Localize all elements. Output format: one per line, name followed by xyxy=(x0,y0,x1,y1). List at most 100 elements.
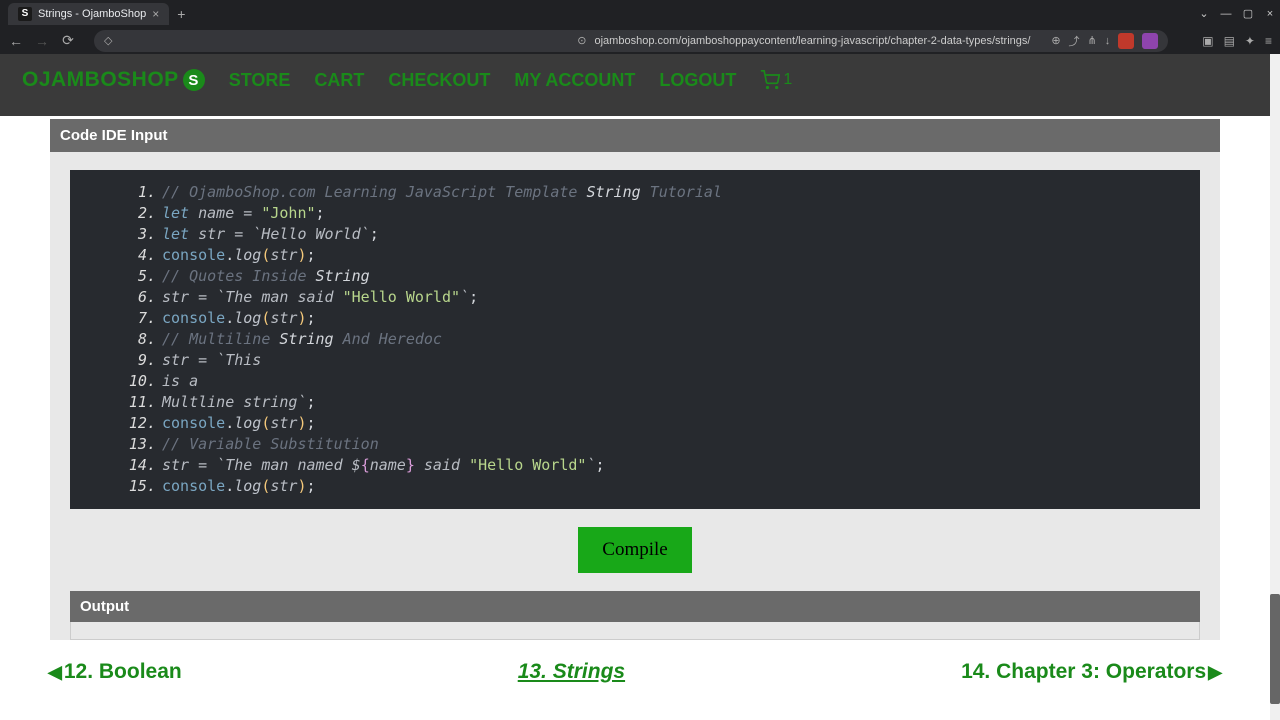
next-label: 14. Chapter 3: Operators xyxy=(961,660,1206,684)
line-number: 11. xyxy=(70,392,162,413)
line-content: is a xyxy=(162,371,1200,392)
prev-label: 12. Boolean xyxy=(64,660,182,684)
output-container: Output xyxy=(70,591,1200,640)
page-content: OJAMBOSHOP S STORE CART CHECKOUT MY ACCO… xyxy=(0,54,1280,720)
line-content: // Quotes Inside String xyxy=(162,266,1200,287)
line-content: console.log(str); xyxy=(162,245,1200,266)
code-line: 15.console.log(str); xyxy=(70,476,1200,497)
line-content: str = `The man said "Hello World"`; xyxy=(162,287,1200,308)
code-line: 6.str = `The man said "Hello World"`; xyxy=(70,287,1200,308)
line-content: let name = "John"; xyxy=(162,203,1200,224)
line-number: 12. xyxy=(70,413,162,434)
scrollbar[interactable] xyxy=(1270,54,1280,720)
code-editor[interactable]: 1.// OjamboShop.com Learning JavaScript … xyxy=(70,170,1200,509)
browser-chrome: S Strings - OjamboShop × + ⌄ — ▢ × ← → ⟳… xyxy=(0,0,1280,54)
prev-chapter-link[interactable]: ◀ 12. Boolean xyxy=(48,660,182,684)
output-header: Output xyxy=(70,591,1200,622)
forward-button: → xyxy=(34,33,50,49)
line-content: // Variable Substitution xyxy=(162,434,1200,455)
code-line: 14.str = `The man named ${name} said "He… xyxy=(70,455,1200,476)
code-line: 12.console.log(str); xyxy=(70,413,1200,434)
extension-icon-2[interactable] xyxy=(1142,33,1158,49)
close-window-icon[interactable]: × xyxy=(1260,4,1280,24)
download-icon[interactable]: ↓ xyxy=(1105,35,1111,47)
extension-icon-1[interactable] xyxy=(1118,33,1134,49)
nav-checkout[interactable]: CHECKOUT xyxy=(388,70,490,91)
bookmark-icon[interactable]: ◇ xyxy=(104,34,112,47)
code-line: 1.// OjamboShop.com Learning JavaScript … xyxy=(70,182,1200,203)
minimize-icon[interactable]: — xyxy=(1216,4,1236,24)
panel-icon[interactable]: ▣ xyxy=(1202,34,1213,48)
arrow-right-icon: ▶ xyxy=(1208,662,1222,683)
site-nav: OJAMBOSHOP S STORE CART CHECKOUT MY ACCO… xyxy=(0,54,1270,116)
line-number: 6. xyxy=(70,287,162,308)
code-line: 11.Multline string`; xyxy=(70,392,1200,413)
current-chapter: 13. Strings xyxy=(518,660,625,684)
shopping-cart-icon xyxy=(760,70,780,90)
line-number: 7. xyxy=(70,308,162,329)
line-content: str = `The man named ${name} said "Hello… xyxy=(162,455,1200,476)
compile-button[interactable]: Compile xyxy=(578,527,691,573)
zoom-icon[interactable]: ⊕ xyxy=(1051,34,1060,47)
line-content: // OjamboShop.com Learning JavaScript Te… xyxy=(162,182,1200,203)
line-content: Multline string`; xyxy=(162,392,1200,413)
line-content: // Multiline String And Heredoc xyxy=(162,329,1200,350)
code-line: 7.console.log(str); xyxy=(70,308,1200,329)
line-number: 3. xyxy=(70,224,162,245)
code-line: 5.// Quotes Inside String xyxy=(70,266,1200,287)
code-line: 3.let str = `Hello World`; xyxy=(70,224,1200,245)
line-number: 9. xyxy=(70,350,162,371)
new-tab-button[interactable]: + xyxy=(177,6,185,22)
site-info-icon[interactable]: ⊙ xyxy=(577,34,586,47)
line-number: 1. xyxy=(70,182,162,203)
line-number: 15. xyxy=(70,476,162,497)
site-logo[interactable]: OJAMBOSHOP S xyxy=(22,68,205,92)
pagination: ◀ 12. Boolean 13. Strings 14. Chapter 3:… xyxy=(0,646,1270,684)
nav-account[interactable]: MY ACCOUNT xyxy=(514,70,635,91)
reload-button[interactable]: ⟳ xyxy=(60,32,76,49)
line-number: 13. xyxy=(70,434,162,455)
code-line: 9.str = `This xyxy=(70,350,1200,371)
line-content: console.log(str); xyxy=(162,476,1200,497)
line-number: 14. xyxy=(70,455,162,476)
tab-close-icon[interactable]: × xyxy=(152,7,159,21)
output-body xyxy=(70,622,1200,640)
window-controls: ⌄ — ▢ × xyxy=(1194,4,1280,24)
tab-bar: S Strings - OjamboShop × + ⌄ — ▢ × xyxy=(0,0,1280,27)
line-content: let str = `Hello World`; xyxy=(162,224,1200,245)
menu-icon[interactable]: ≡ xyxy=(1265,34,1272,48)
cart-count: 1 xyxy=(783,71,792,89)
nav-cart[interactable]: CART xyxy=(314,70,364,91)
line-number: 4. xyxy=(70,245,162,266)
nav-logout[interactable]: LOGOUT xyxy=(659,70,736,91)
browser-tab[interactable]: S Strings - OjamboShop × xyxy=(8,3,169,25)
next-chapter-link[interactable]: 14. Chapter 3: Operators ▶ xyxy=(961,660,1222,684)
code-line: 10.is a xyxy=(70,371,1200,392)
favicon-icon: S xyxy=(18,7,32,21)
line-number: 5. xyxy=(70,266,162,287)
ide-container: Code IDE Input 1.// OjamboShop.com Learn… xyxy=(50,119,1220,640)
address-bar[interactable]: ◇ ⊙ ojamboshop.com/ojamboshoppaycontent/… xyxy=(94,30,1168,52)
url-text: ojamboshop.com/ojamboshoppaycontent/lear… xyxy=(595,35,1044,47)
nav-store[interactable]: STORE xyxy=(229,70,291,91)
code-line: 4.console.log(str); xyxy=(70,245,1200,266)
line-number: 8. xyxy=(70,329,162,350)
line-number: 2. xyxy=(70,203,162,224)
cart-indicator[interactable]: 1 xyxy=(760,70,792,90)
browser-toolbar: ← → ⟳ ◇ ⊙ ojamboshop.com/ojamboshoppayco… xyxy=(0,27,1280,54)
logo-badge-icon: S xyxy=(183,69,205,91)
back-button[interactable]: ← xyxy=(8,33,24,49)
scrollbar-thumb[interactable] xyxy=(1270,594,1280,704)
line-number: 10. xyxy=(70,371,162,392)
chevron-down-icon[interactable]: ⌄ xyxy=(1194,4,1214,24)
maximize-icon[interactable]: ▢ xyxy=(1238,4,1258,24)
code-line: 8.// Multiline String And Heredoc xyxy=(70,329,1200,350)
share-icon[interactable]: ⤴ xyxy=(1069,33,1080,49)
code-line: 2.let name = "John"; xyxy=(70,203,1200,224)
logo-text: OJAMBOSHOP xyxy=(22,68,179,92)
line-content: console.log(str); xyxy=(162,308,1200,329)
sparkle-icon[interactable]: ✦ xyxy=(1245,34,1255,48)
line-content: console.log(str); xyxy=(162,413,1200,434)
rss-icon[interactable]: ⋔ xyxy=(1088,34,1097,47)
reader-icon[interactable]: ▤ xyxy=(1224,34,1235,48)
